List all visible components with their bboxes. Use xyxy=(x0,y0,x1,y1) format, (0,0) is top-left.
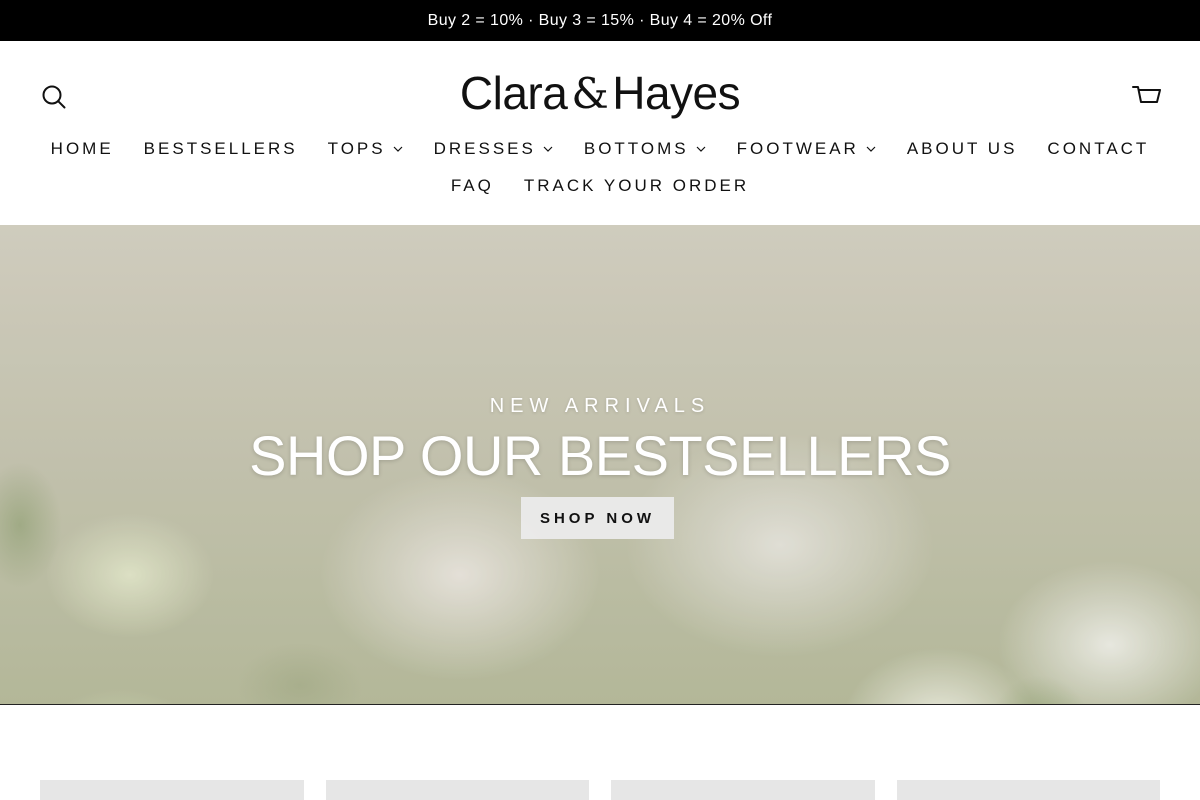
chevron-down-icon xyxy=(866,146,876,152)
main-nav-row-2: FAQ TRACK YOUR ORDER xyxy=(0,174,1200,198)
nav-dresses[interactable]: DRESSES xyxy=(419,137,569,161)
nav-footwear-label: FOOTWEAR xyxy=(736,139,859,158)
nav-contact-label: CONTACT xyxy=(1047,139,1150,158)
brand-ampersand: & xyxy=(571,68,609,118)
nav-contact[interactable]: CONTACT xyxy=(1032,137,1164,161)
hero-banner: NEW ARRIVALS SHOP OUR BESTSELLERS SHOP N… xyxy=(0,225,1200,705)
nav-track-order[interactable]: TRACK YOUR ORDER xyxy=(509,174,764,198)
product-card[interactable] xyxy=(897,780,1160,800)
nav-track-order-label: TRACK YOUR ORDER xyxy=(523,176,750,195)
brand-name-second: Hayes xyxy=(612,67,741,119)
search-button[interactable] xyxy=(40,83,68,111)
chevron-down-icon xyxy=(696,146,706,152)
cart-button[interactable] xyxy=(1131,81,1163,111)
brand-name-first: Clara xyxy=(459,67,568,119)
nav-footwear[interactable]: FOOTWEAR xyxy=(722,137,892,161)
hero-title: SHOP OUR BESTSELLERS xyxy=(249,424,951,487)
product-card[interactable] xyxy=(40,780,304,800)
search-icon xyxy=(42,85,66,109)
nav-faq-label: FAQ xyxy=(450,176,494,195)
nav-faq[interactable]: FAQ xyxy=(436,174,509,198)
nav-bestsellers[interactable]: BESTSELLERS xyxy=(129,137,313,161)
chevron-down-icon xyxy=(543,146,553,152)
main-nav-row-1: HOME BESTSELLERS TOPS DRESSES BOTTOMS FO… xyxy=(0,137,1200,161)
chevron-down-icon xyxy=(393,146,403,152)
shop-now-button[interactable]: SHOP NOW xyxy=(521,497,674,539)
hero-eyebrow: NEW ARRIVALS xyxy=(489,395,711,417)
hero-content: NEW ARRIVALS SHOP OUR BESTSELLERS SHOP N… xyxy=(0,225,1200,705)
nav-tops[interactable]: TOPS xyxy=(313,137,419,161)
site-header: Clara & Hayes HOME BESTSELLERS TOPS DRES… xyxy=(0,41,1200,225)
brand-logo[interactable]: Clara & Hayes xyxy=(300,63,900,123)
nav-bottoms[interactable]: BOTTOMS xyxy=(569,137,722,161)
product-card[interactable] xyxy=(611,780,875,800)
nav-about-us[interactable]: ABOUT US xyxy=(892,137,1033,161)
nav-dresses-label: DRESSES xyxy=(433,139,536,158)
nav-bottoms-label: BOTTOMS xyxy=(583,139,689,158)
cart-icon xyxy=(1132,86,1161,103)
nav-tops-label: TOPS xyxy=(327,139,386,158)
nav-home-label: HOME xyxy=(50,139,114,158)
nav-home[interactable]: HOME xyxy=(36,137,129,161)
announcement-text: Buy 2 = 10% · Buy 3 = 15% · Buy 4 = 20% … xyxy=(427,11,773,29)
nav-about-us-label: ABOUT US xyxy=(906,139,1018,158)
announcement-bar: Buy 2 = 10% · Buy 3 = 15% · Buy 4 = 20% … xyxy=(0,0,1200,41)
product-card[interactable] xyxy=(326,780,589,800)
nav-bestsellers-label: BESTSELLERS xyxy=(143,139,298,158)
